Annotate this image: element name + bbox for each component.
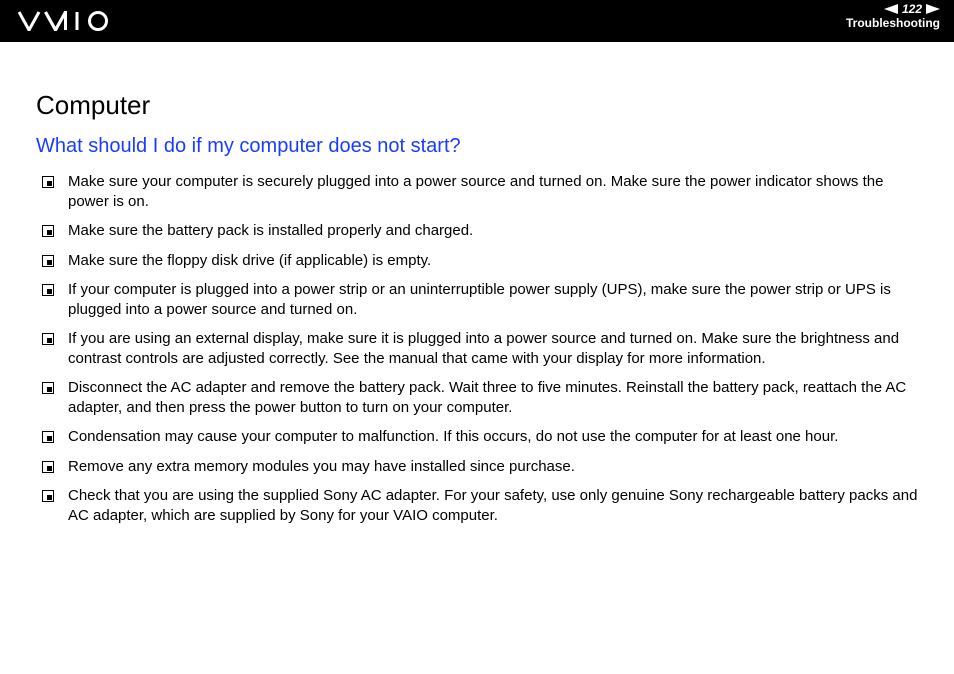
- item-text: Remove any extra memory modules you may …: [68, 457, 918, 477]
- page-number: 122: [902, 2, 922, 16]
- item-text: Make sure the battery pack is installed …: [68, 221, 918, 241]
- vaio-logo: [18, 11, 128, 31]
- list-item: Condensation may cause your computer to …: [42, 427, 918, 447]
- bullet-icon: [42, 176, 54, 188]
- bullet-icon: [42, 431, 54, 443]
- troubleshoot-question: What should I do if my computer does not…: [36, 135, 918, 158]
- list-item: Make sure the floppy disk drive (if appl…: [42, 251, 918, 271]
- list-item: If your computer is plugged into a power…: [42, 280, 918, 319]
- next-page-icon[interactable]: [926, 4, 940, 14]
- bullet-icon: [42, 490, 54, 502]
- item-text: Make sure the floppy disk drive (if appl…: [68, 251, 918, 271]
- header-right: 122 Troubleshooting: [846, 2, 940, 31]
- bullet-icon: [42, 333, 54, 345]
- list-item: Disconnect the AC adapter and remove the…: [42, 378, 918, 417]
- bullet-icon: [42, 225, 54, 237]
- page-title: Computer: [36, 90, 918, 121]
- troubleshoot-list: Make sure your computer is securely plug…: [36, 172, 918, 525]
- item-text: Condensation may cause your computer to …: [68, 427, 918, 447]
- item-text: Check that you are using the supplied So…: [68, 486, 918, 525]
- bullet-icon: [42, 284, 54, 296]
- document-header: 122 Troubleshooting: [0, 0, 954, 42]
- list-item: Make sure your computer is securely plug…: [42, 172, 918, 211]
- prev-page-icon[interactable]: [884, 4, 898, 14]
- section-label: Troubleshooting: [846, 16, 940, 30]
- bullet-icon: [42, 255, 54, 267]
- item-text: Make sure your computer is securely plug…: [68, 172, 918, 211]
- item-text: If you are using an external display, ma…: [68, 329, 918, 368]
- bullet-icon: [42, 461, 54, 473]
- item-text: If your computer is plugged into a power…: [68, 280, 918, 319]
- item-text: Disconnect the AC adapter and remove the…: [68, 378, 918, 417]
- list-item: If you are using an external display, ma…: [42, 329, 918, 368]
- list-item: Make sure the battery pack is installed …: [42, 221, 918, 241]
- list-item: Check that you are using the supplied So…: [42, 486, 918, 525]
- bullet-icon: [42, 382, 54, 394]
- page-navigation: 122: [846, 2, 940, 16]
- list-item: Remove any extra memory modules you may …: [42, 457, 918, 477]
- page-content: Computer What should I do if my computer…: [0, 42, 954, 525]
